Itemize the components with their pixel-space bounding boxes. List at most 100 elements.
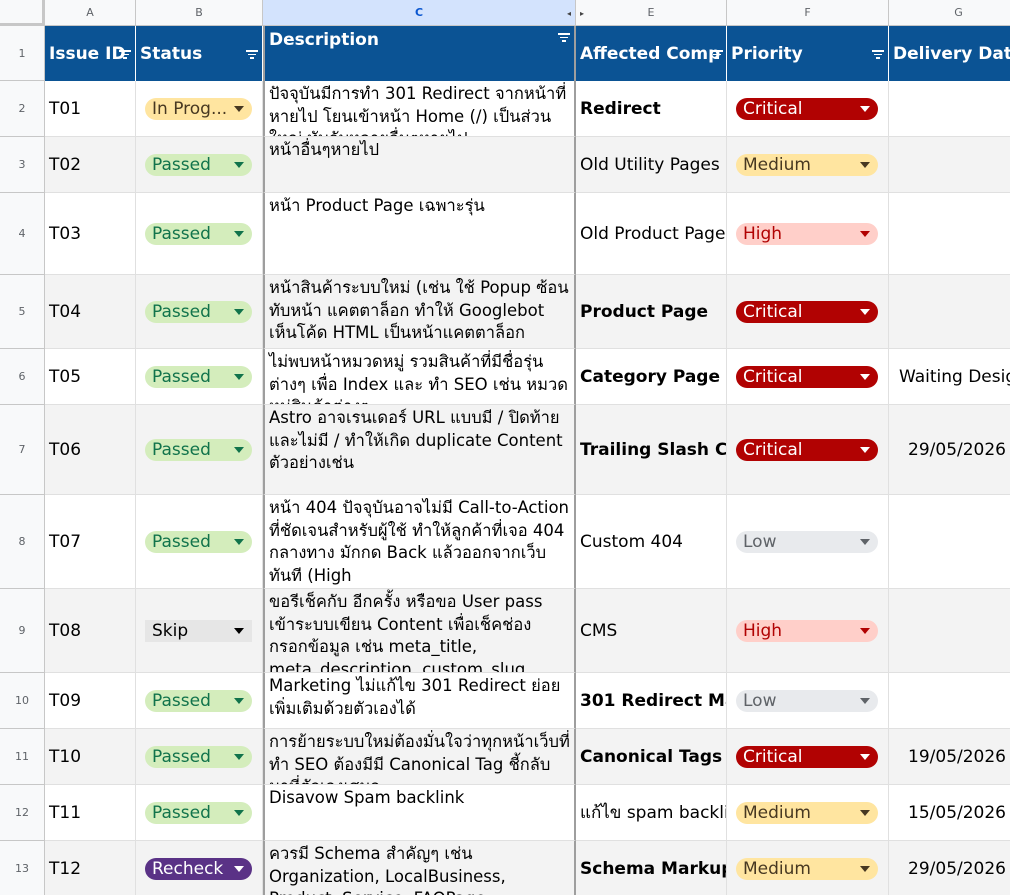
- status-cell[interactable]: Recheck: [136, 841, 263, 895]
- priority-cell[interactable]: Critical: [727, 729, 889, 785]
- column-header-c[interactable]: C ◂: [263, 0, 576, 26]
- delivery-date-cell[interactable]: 19/05/2026: [889, 729, 1010, 785]
- affected-component-cell[interactable]: Old Product Page: [576, 193, 727, 275]
- issue-id-cell[interactable]: T11: [45, 785, 136, 841]
- issue-id-cell[interactable]: T01: [45, 81, 136, 137]
- row-header[interactable]: 3: [0, 137, 45, 193]
- description-cell[interactable]: ขอรีเช็คกับ อีกครั้ง หรือขอ User pass เข…: [263, 589, 576, 673]
- priority-dropdown-chip[interactable]: High: [736, 619, 878, 642]
- affected-component-cell[interactable]: Redirect: [576, 81, 727, 137]
- status-cell[interactable]: In Prog...: [136, 81, 263, 137]
- priority-dropdown-chip[interactable]: Medium: [736, 801, 878, 824]
- column-header-a[interactable]: A: [45, 0, 136, 26]
- issue-id-cell[interactable]: T12: [45, 841, 136, 895]
- delivery-date-cell[interactable]: [889, 275, 1010, 349]
- priority-dropdown-chip[interactable]: Critical: [736, 365, 878, 388]
- status-cell[interactable]: Skip: [136, 589, 263, 673]
- description-cell[interactable]: การย้ายระบบใหม่ต้องมั่นใจว่าทุกหน้าเว็บท…: [263, 729, 576, 785]
- row-header[interactable]: 6: [0, 349, 45, 405]
- delivery-date-cell[interactable]: [889, 81, 1010, 137]
- description-cell[interactable]: ควรมี Schema สำคัญๆ เช่น Organization, L…: [263, 841, 576, 895]
- header-status[interactable]: Status: [136, 26, 263, 81]
- status-dropdown-chip[interactable]: Passed: [145, 300, 252, 323]
- column-header-e[interactable]: ▸ E: [576, 0, 727, 26]
- status-dropdown-chip[interactable]: Skip: [145, 619, 252, 642]
- issue-id-cell[interactable]: T08: [45, 589, 136, 673]
- delivery-date-cell[interactable]: Waiting Desig: [889, 349, 1010, 405]
- header-priority[interactable]: Priority: [727, 26, 889, 81]
- hidden-columns-left-arrow-icon[interactable]: ◂: [567, 9, 571, 18]
- issue-id-cell[interactable]: T04: [45, 275, 136, 349]
- description-cell[interactable]: หน้าสินค้าระบบใหม่ (เช่น ใช้ Popup ซ้อนท…: [263, 275, 576, 349]
- affected-component-cell[interactable]: Schema Markup (: [576, 841, 727, 895]
- row-header[interactable]: 12: [0, 785, 45, 841]
- row-header[interactable]: 11: [0, 729, 45, 785]
- status-dropdown-chip[interactable]: Passed: [145, 438, 252, 461]
- priority-cell[interactable]: High: [727, 589, 889, 673]
- affected-component-cell[interactable]: Product Page: [576, 275, 727, 349]
- priority-cell[interactable]: Critical: [727, 349, 889, 405]
- row-header[interactable]: 5: [0, 275, 45, 349]
- column-header-g[interactable]: G: [889, 0, 1010, 26]
- header-description[interactable]: Description: [263, 26, 576, 81]
- priority-dropdown-chip[interactable]: Low: [736, 689, 878, 712]
- affected-component-cell[interactable]: Custom 404: [576, 495, 727, 589]
- status-cell[interactable]: Passed: [136, 785, 263, 841]
- delivery-date-cell[interactable]: [889, 137, 1010, 193]
- column-header-f[interactable]: F: [727, 0, 889, 26]
- hidden-columns-right-arrow-icon[interactable]: ▸: [580, 9, 584, 18]
- status-dropdown-chip[interactable]: Passed: [145, 365, 252, 388]
- column-header-b[interactable]: B: [136, 0, 263, 26]
- row-header[interactable]: 4: [0, 193, 45, 275]
- description-cell[interactable]: หน้า 404 ปัจจุบันอาจไม่มี Call-to-Action…: [263, 495, 576, 589]
- status-cell[interactable]: Passed: [136, 729, 263, 785]
- priority-dropdown-chip[interactable]: High: [736, 222, 878, 245]
- priority-dropdown-chip[interactable]: Critical: [736, 97, 878, 120]
- priority-cell[interactable]: Low: [727, 495, 889, 589]
- status-dropdown-chip[interactable]: Passed: [145, 222, 252, 245]
- header-affected-component[interactable]: Affected Comp: [576, 26, 727, 81]
- status-cell[interactable]: Passed: [136, 349, 263, 405]
- affected-component-cell[interactable]: Canonical Tags (G: [576, 729, 727, 785]
- row-header[interactable]: 9: [0, 589, 45, 673]
- priority-dropdown-chip[interactable]: Critical: [736, 300, 878, 323]
- priority-cell[interactable]: Medium: [727, 841, 889, 895]
- filter-icon[interactable]: [119, 50, 131, 60]
- priority-cell[interactable]: Critical: [727, 405, 889, 495]
- description-cell[interactable]: Disavow Spam backlink: [263, 785, 576, 841]
- status-cell[interactable]: Passed: [136, 673, 263, 729]
- priority-dropdown-chip[interactable]: Medium: [736, 857, 878, 880]
- row-header[interactable]: 2: [0, 81, 45, 137]
- description-cell[interactable]: ปัจจุบันมีการทำ 301 Redirect จากหน้าที่ห…: [263, 81, 576, 137]
- description-cell[interactable]: หน้าอื่นๆหายไป: [263, 137, 576, 193]
- status-cell[interactable]: Passed: [136, 405, 263, 495]
- issue-id-cell[interactable]: T02: [45, 137, 136, 193]
- issue-id-cell[interactable]: T10: [45, 729, 136, 785]
- header-delivery-date[interactable]: Delivery Date: [889, 26, 1010, 81]
- description-cell[interactable]: ไม่พบหน้าหมวดหมู่ รวมสินค้าที่มีชื่อรุ่น…: [263, 349, 576, 405]
- issue-id-cell[interactable]: T09: [45, 673, 136, 729]
- affected-component-cell[interactable]: Old Utility Pages: [576, 137, 727, 193]
- affected-component-cell[interactable]: 301 Redirect Man: [576, 673, 727, 729]
- header-issue-id[interactable]: Issue ID: [45, 26, 136, 81]
- filter-icon[interactable]: [246, 50, 258, 60]
- row-header[interactable]: 10: [0, 673, 45, 729]
- delivery-date-cell[interactable]: [889, 589, 1010, 673]
- description-cell[interactable]: Marketing ไม่แก้ไข 301 Redirect ย่อย เพิ…: [263, 673, 576, 729]
- delivery-date-cell[interactable]: [889, 673, 1010, 729]
- status-dropdown-chip[interactable]: Passed: [145, 689, 252, 712]
- priority-dropdown-chip[interactable]: Medium: [736, 153, 878, 176]
- status-cell[interactable]: Passed: [136, 193, 263, 275]
- affected-component-cell[interactable]: แก้ไข spam backli: [576, 785, 727, 841]
- status-dropdown-chip[interactable]: Passed: [145, 530, 252, 553]
- spreadsheet-grid[interactable]: A B C ◂ ▸ E F G 1 Issue ID Status Descri…: [0, 0, 1010, 895]
- affected-component-cell[interactable]: Category Page: [576, 349, 727, 405]
- delivery-date-cell[interactable]: 29/05/2026: [889, 405, 1010, 495]
- status-dropdown-chip[interactable]: Passed: [145, 745, 252, 768]
- row-header[interactable]: 13: [0, 841, 45, 895]
- issue-id-cell[interactable]: T06: [45, 405, 136, 495]
- affected-component-cell[interactable]: CMS: [576, 589, 727, 673]
- priority-cell[interactable]: Critical: [727, 81, 889, 137]
- status-dropdown-chip[interactable]: In Prog...: [145, 97, 252, 120]
- delivery-date-cell[interactable]: 29/05/2026: [889, 841, 1010, 895]
